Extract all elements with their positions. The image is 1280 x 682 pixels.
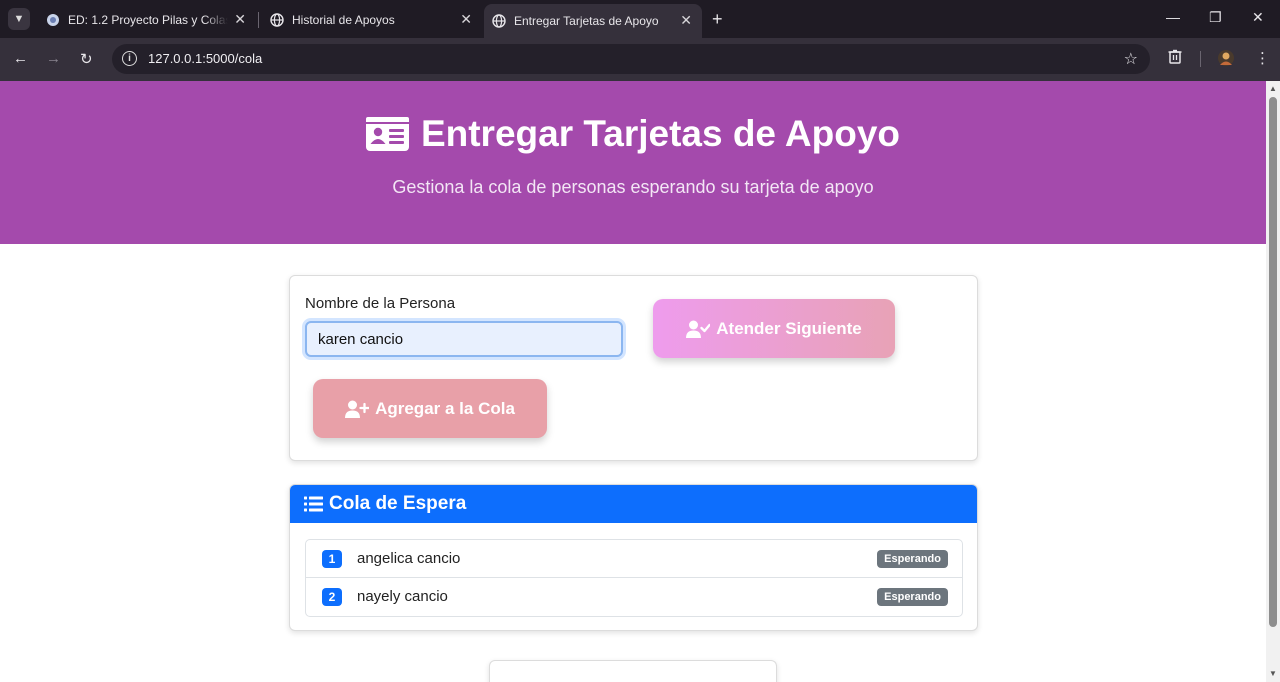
tab-divider: [258, 12, 259, 28]
profile-avatar-icon[interactable]: [1217, 49, 1235, 71]
user-plus-icon: [345, 400, 370, 418]
list-icon: [304, 496, 323, 512]
back-icon[interactable]: ←: [13, 50, 28, 67]
queue-header: Cola de Espera: [290, 485, 977, 523]
tab-entregar-tarjetas[interactable]: Entregar Tarjetas de Apoyo ✕: [484, 4, 702, 38]
tab-title: ED: 1.2 Proyecto Pilas y Colas pa: [68, 13, 228, 27]
toolbar: ← → ↻ i 127.0.0.1:5000/cola ☆ ⋮: [0, 38, 1280, 81]
agregar-cola-label: Agregar a la Cola: [375, 398, 515, 418]
tab-search-button[interactable]: ▼: [8, 8, 30, 30]
list-item: 2 nayely cancio Esperando: [306, 578, 962, 616]
person-name: nayely cancio: [357, 588, 448, 605]
queue-title: Cola de Espera: [329, 493, 467, 514]
url-text[interactable]: 127.0.0.1:5000/cola: [148, 51, 262, 66]
person-name-input[interactable]: [305, 321, 623, 357]
tab-historial[interactable]: Historial de Apoyos ✕: [262, 6, 482, 34]
scroll-down-icon[interactable]: ▼: [1269, 669, 1277, 678]
queue-position-badge: 1: [322, 550, 342, 568]
close-icon[interactable]: ✕: [460, 11, 472, 28]
globe-icon: [270, 13, 284, 27]
person-name: angelica cancio: [357, 550, 461, 567]
forward-icon[interactable]: →: [46, 50, 61, 67]
tab-proyecto-pilas[interactable]: ED: 1.2 Proyecto Pilas y Colas pa ✕: [38, 6, 256, 34]
queue-position-badge: 2: [322, 588, 342, 606]
bookmark-star-icon[interactable]: ☆: [1124, 49, 1138, 69]
queue-list: 1 angelica cancio Esperando 2 nayely can…: [305, 539, 963, 617]
waiting-queue-card: Cola de Espera 1 angelica cancio Esperan…: [289, 484, 978, 631]
address-bar[interactable]: i 127.0.0.1:5000/cola ☆: [112, 44, 1150, 74]
trash-icon[interactable]: [1168, 49, 1182, 68]
close-icon[interactable]: ✕: [680, 12, 692, 29]
page-title-text: Entregar Tarjetas de Apoyo: [420, 113, 901, 154]
restore-icon[interactable]: ❐: [1209, 9, 1222, 26]
toolbar-divider: [1200, 51, 1201, 67]
menu-kebab-icon[interactable]: ⋮: [1255, 49, 1270, 67]
partial-card: [489, 660, 777, 682]
site-info-icon[interactable]: i: [122, 51, 137, 66]
status-badge: Esperando: [877, 588, 948, 606]
new-tab-button[interactable]: +: [712, 9, 723, 30]
status-badge: Esperando: [877, 550, 948, 568]
chat-icon: [46, 13, 60, 27]
tab-strip: ▼ ED: 1.2 Proyecto Pilas y Colas pa ✕ Hi…: [0, 0, 1280, 38]
close-icon[interactable]: ✕: [234, 11, 246, 28]
scroll-up-icon[interactable]: ▲: [1269, 84, 1277, 93]
globe-icon: [492, 14, 506, 28]
id-card-icon: [365, 117, 409, 151]
page-subtitle: Gestiona la cola de personas esperando s…: [392, 177, 874, 197]
page-title: Entregar Tarjetas de Apoyo: [0, 113, 1266, 155]
atender-siguiente-label: Atender Siguiente: [716, 318, 862, 338]
queue-form-card: Nombre de la Persona Atender Siguiente A…: [289, 275, 978, 461]
hero-banner: Entregar Tarjetas de Apoyo Gestiona la c…: [0, 81, 1266, 244]
tab-title: Entregar Tarjetas de Apoyo: [514, 14, 659, 28]
web-page: Entregar Tarjetas de Apoyo Gestiona la c…: [0, 81, 1266, 682]
agregar-cola-button[interactable]: Agregar a la Cola: [313, 379, 547, 438]
atender-siguiente-button[interactable]: Atender Siguiente: [653, 299, 895, 358]
person-name-label: Nombre de la Persona: [305, 295, 456, 312]
scrollbar-thumb[interactable]: [1269, 97, 1277, 627]
list-item: 1 angelica cancio Esperando: [306, 540, 962, 578]
minimize-icon[interactable]: —: [1166, 9, 1180, 25]
close-window-icon[interactable]: ✕: [1252, 9, 1264, 26]
tab-title: Historial de Apoyos: [292, 13, 395, 27]
user-check-icon: [686, 320, 711, 338]
reload-icon[interactable]: ↻: [80, 50, 93, 68]
page-scrollbar[interactable]: ▲ ▼: [1266, 81, 1280, 682]
